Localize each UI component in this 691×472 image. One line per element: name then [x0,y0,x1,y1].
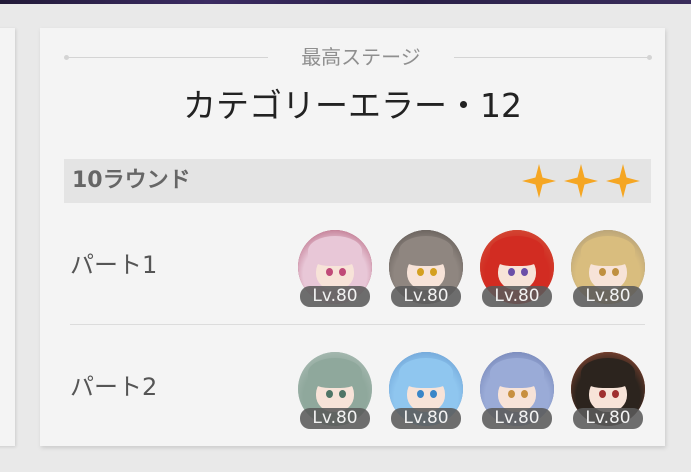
team-2: Lv.80 Lv.80 Lv.80 Lv.80 [298,352,645,429]
level-badge: Lv.80 [482,408,552,429]
part-divider [70,324,645,325]
header-line-left [68,57,268,58]
star-icon [606,164,640,198]
round-count-label: 10ラウンド [72,168,191,193]
stage-record-card: 最高ステージ カテゴリーエラー・12 10ラウンド パート1 Lv.80 Lv.8… [40,28,665,446]
star-rating [521,163,641,199]
character-slot[interactable]: Lv.80 [389,352,463,429]
character-slot[interactable]: Lv.80 [480,230,554,307]
best-stage-header: 最高ステージ [64,44,652,70]
character-slot[interactable]: Lv.80 [571,352,645,429]
header-line-right [454,57,648,58]
round-count-row: 10ラウンド [64,159,651,203]
part-label-1: パート1 [70,251,158,279]
best-stage-label: 最高ステージ [301,45,421,69]
character-slot[interactable]: Lv.80 [571,230,645,307]
level-badge: Lv.80 [573,286,643,307]
top-banner-strip [0,0,691,4]
stage-name: カテゴリーエラー・12 [183,86,522,125]
character-slot[interactable]: Lv.80 [389,230,463,307]
team-1: Lv.80 Lv.80 Lv.80 Lv.80 [298,230,645,307]
level-badge: Lv.80 [391,408,461,429]
part-row-1: パート1 Lv.80 Lv.80 Lv.80 Lv.80 [64,224,651,307]
level-badge: Lv.80 [391,286,461,307]
part-row-2: パート2 Lv.80 Lv.80 Lv.80 Lv.80 [64,346,651,429]
character-slot[interactable]: Lv.80 [298,352,372,429]
star-icon [522,164,556,198]
level-badge: Lv.80 [300,408,370,429]
level-badge: Lv.80 [482,286,552,307]
character-slot[interactable]: Lv.80 [298,230,372,307]
previous-card-edge[interactable] [0,28,15,446]
part-label-2: パート2 [70,373,158,401]
level-badge: Lv.80 [300,286,370,307]
level-badge: Lv.80 [573,408,643,429]
star-icon [564,164,598,198]
character-slot[interactable]: Lv.80 [480,352,554,429]
